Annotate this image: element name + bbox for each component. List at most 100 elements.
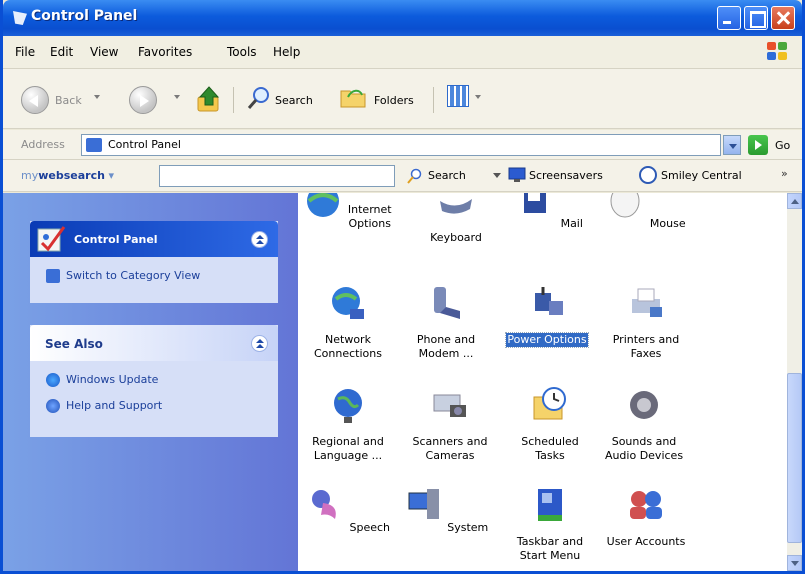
item-scanners-cameras[interactable]: Scanners and Cameras bbox=[402, 385, 498, 463]
websearch-brand[interactable]: mywebsearch ▾ bbox=[21, 169, 114, 182]
help-support-link[interactable]: Help and Support bbox=[46, 399, 162, 413]
control-panel-task-header[interactable]: Control Panel bbox=[30, 221, 278, 257]
item-label: Sounds and Audio Devices bbox=[604, 435, 684, 462]
item-power-options[interactable]: Power Options bbox=[499, 283, 595, 348]
menu-edit[interactable]: Edit bbox=[50, 45, 73, 59]
screensavers-icon[interactable] bbox=[508, 167, 526, 183]
websearch-search-button[interactable]: Search bbox=[428, 169, 466, 182]
search-button[interactable]: Search bbox=[275, 94, 313, 107]
item-sounds-audio[interactable]: Sounds and Audio Devices bbox=[596, 385, 692, 463]
see-also-title: See Also bbox=[45, 337, 103, 351]
smiley-icon[interactable] bbox=[639, 166, 657, 184]
system-icon bbox=[408, 489, 439, 519]
websearch-dropdown[interactable] bbox=[493, 173, 501, 178]
address-dropdown[interactable] bbox=[723, 135, 741, 155]
collapse-icon[interactable] bbox=[251, 231, 268, 248]
scheduled-tasks-icon bbox=[533, 387, 566, 420]
item-label: System bbox=[447, 521, 489, 534]
toolbar-separator bbox=[433, 87, 434, 113]
scanner-icon bbox=[433, 394, 466, 417]
control-panel-task-title: Control Panel bbox=[74, 233, 158, 246]
speech-icon bbox=[311, 490, 336, 519]
item-internet-options[interactable]: Internet Options bbox=[300, 193, 396, 231]
switch-view-icon bbox=[46, 269, 60, 283]
item-label: Power Options bbox=[505, 332, 589, 348]
title-bar[interactable]: Control Panel bbox=[3, 0, 802, 36]
control-panel-items: Internet Options Keyboard Mail Mouse Netw… bbox=[298, 193, 787, 571]
windows-update-link[interactable]: Windows Update bbox=[46, 373, 158, 387]
control-panel-small-icon bbox=[86, 138, 102, 152]
item-label: User Accounts bbox=[606, 535, 686, 548]
item-speech[interactable]: Speech bbox=[300, 485, 396, 535]
item-regional-language[interactable]: Regional and Language ... bbox=[300, 385, 396, 463]
phone-icon bbox=[434, 287, 460, 319]
go-button[interactable]: Go bbox=[775, 139, 790, 152]
item-taskbar-start-menu[interactable]: Taskbar and Start Menu bbox=[502, 485, 598, 563]
printer-icon bbox=[632, 288, 662, 317]
item-user-accounts[interactable]: User Accounts bbox=[598, 485, 694, 549]
see-also-header[interactable]: See Also bbox=[30, 325, 278, 361]
scroll-down-arrow-icon[interactable] bbox=[787, 555, 802, 571]
item-phone-modem[interactable]: Phone and Modem ... bbox=[398, 283, 494, 361]
minimize-button[interactable] bbox=[717, 6, 741, 30]
folders-icon[interactable] bbox=[338, 85, 368, 111]
smiley-central-link[interactable]: Smiley Central bbox=[661, 169, 742, 182]
scroll-up-arrow-icon[interactable] bbox=[787, 193, 802, 209]
control-panel-icon bbox=[37, 226, 66, 252]
speaker-icon bbox=[630, 391, 658, 419]
network-icon bbox=[332, 287, 364, 319]
back-icon[interactable] bbox=[21, 86, 49, 114]
windows-update-icon bbox=[46, 373, 60, 387]
forward-icon[interactable] bbox=[129, 86, 157, 114]
address-value: Control Panel bbox=[108, 138, 181, 151]
toolbar-more-chevron[interactable]: » bbox=[781, 167, 788, 180]
views-dropdown[interactable] bbox=[475, 95, 481, 99]
item-label: Network Connections bbox=[314, 333, 382, 360]
item-label: Internet Options bbox=[347, 203, 392, 230]
item-label: Scanners and Cameras bbox=[412, 435, 488, 462]
websearch-search-icon[interactable] bbox=[407, 168, 423, 184]
item-scheduled-tasks[interactable]: Scheduled Tasks bbox=[502, 385, 598, 463]
go-arrow-icon[interactable] bbox=[748, 135, 768, 155]
vertical-scrollbar[interactable] bbox=[787, 193, 802, 571]
mail-icon bbox=[524, 193, 547, 213]
item-system[interactable]: System bbox=[398, 485, 494, 535]
back-dropdown[interactable] bbox=[94, 95, 100, 99]
item-label: Keyboard bbox=[430, 231, 482, 244]
close-button[interactable] bbox=[771, 6, 795, 30]
collapse-icon[interactable] bbox=[251, 335, 268, 352]
item-printers-faxes[interactable]: Printers and Faxes bbox=[598, 283, 694, 361]
see-also-box: See Also Windows Update Help and Support bbox=[30, 325, 278, 437]
folders-button[interactable]: Folders bbox=[374, 94, 414, 107]
screensavers-link[interactable]: Screensavers bbox=[529, 169, 603, 182]
power-icon bbox=[535, 287, 563, 315]
item-mail[interactable]: Mail bbox=[502, 193, 598, 231]
views-icon[interactable] bbox=[447, 85, 469, 107]
menu-help[interactable]: Help bbox=[273, 45, 300, 59]
menu-tools[interactable]: Tools bbox=[227, 45, 257, 59]
item-label: Scheduled Tasks bbox=[521, 435, 579, 462]
menu-favorites[interactable]: Favorites bbox=[138, 45, 192, 59]
menu-view[interactable]: View bbox=[90, 45, 118, 59]
back-label[interactable]: Back bbox=[55, 94, 82, 107]
forward-dropdown[interactable] bbox=[174, 95, 180, 99]
search-icon[interactable] bbox=[246, 85, 272, 111]
scroll-thumb[interactable] bbox=[787, 373, 802, 543]
websearch-input[interactable] bbox=[159, 165, 395, 187]
up-folder-icon[interactable] bbox=[196, 85, 222, 113]
toolbar-separator bbox=[233, 87, 234, 113]
mouse-icon bbox=[610, 193, 640, 218]
item-label: Phone and Modem ... bbox=[416, 333, 476, 360]
item-mouse[interactable]: Mouse bbox=[598, 193, 694, 231]
maximize-button[interactable] bbox=[744, 6, 768, 30]
menu-file[interactable]: File bbox=[15, 45, 35, 59]
item-network-connections[interactable]: Network Connections bbox=[300, 283, 396, 361]
control-panel-task-box: Control Panel Switch to Category View bbox=[30, 221, 278, 303]
item-keyboard[interactable]: Keyboard bbox=[408, 193, 504, 245]
item-label: Taskbar and Start Menu bbox=[516, 535, 584, 562]
address-field[interactable]: Control Panel bbox=[81, 134, 721, 156]
taskbar-icon bbox=[538, 489, 562, 521]
help-icon bbox=[46, 399, 60, 413]
item-label: Mouse bbox=[649, 217, 686, 230]
switch-category-view-link[interactable]: Switch to Category View bbox=[46, 269, 200, 283]
